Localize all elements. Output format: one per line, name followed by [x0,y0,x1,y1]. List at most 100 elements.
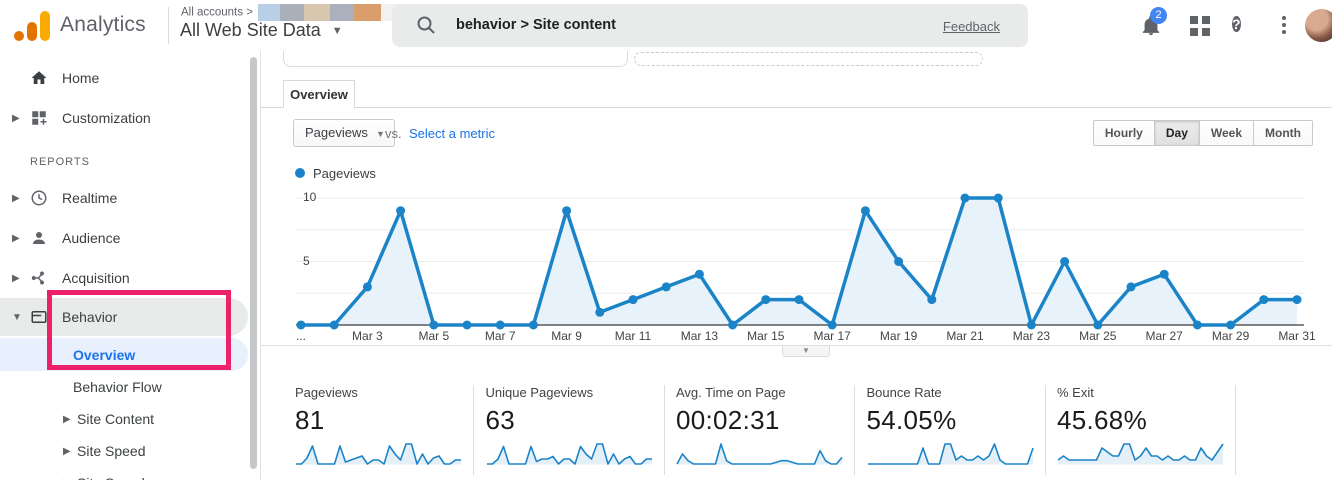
sidebar-item-label: Behavior Flow [73,379,162,395]
stat-sparkline [1057,443,1224,465]
reports-heading: REPORTS [30,156,90,168]
sidebar-item-site-content[interactable]: ▶ Site Content [0,403,260,435]
sidebar-item-label: Audience [62,230,121,246]
sidebar-item-home[interactable]: Home [0,58,260,98]
stat-card-pageviews[interactable]: Pageviews 81 [295,385,475,467]
date-range-box-partial [283,51,628,67]
stat-value: 45.68% [1057,405,1147,435]
sidebar-item-label: Customization [62,110,151,126]
x-axis-tick: Mar 27 [1145,329,1183,343]
help-button[interactable]: ? [1232,14,1241,35]
apps-grid-icon[interactable] [1190,16,1210,36]
sidebar-item-audience[interactable]: ▶ Audience [0,218,260,258]
chevron-down-icon: ▼ [331,25,343,37]
stat-divider [663,385,665,475]
expand-arrow-icon: ▶ [12,192,20,204]
x-axis-tick: ... [295,329,306,343]
stat-label: Unique Pageviews [485,385,594,400]
granularity-week-button[interactable]: Week [1199,120,1255,146]
stat-divider [473,385,474,475]
search-icon [416,15,436,40]
stat-sparkline [867,443,1034,465]
vs-label: vs. [385,126,402,141]
audience-icon [30,229,48,247]
x-axis-tick: Mar 19 [879,329,918,343]
x-axis-tick: Mar 11 [614,329,652,343]
property-selector[interactable]: All Web Site Data ▼ [180,20,343,41]
granularity-month-button[interactable]: Month [1254,120,1313,146]
granularity-day-button[interactable]: Day [1154,120,1200,146]
sidebar-item-label: Site Search [77,475,149,480]
legend-label: Pageviews [313,166,376,181]
sidebar-item-overview-selected[interactable]: Overview [0,338,248,371]
x-axis-tick: Mar 3 [352,329,383,343]
chevron-down-icon: ▼ [375,129,385,139]
segment-box-partial [634,52,983,66]
sidebar-item-label: Site Content [77,411,155,427]
sidebar-item-behavior-flow[interactable]: Behavior Flow [0,371,260,403]
x-axis-tick: Mar 7 [484,329,516,343]
stat-value: 00:02:31 [676,405,780,435]
accounts-breadcrumb[interactable]: All accounts > [181,4,417,21]
more-vert-icon[interactable] [1282,16,1286,37]
pageviews-line-chart[interactable]: 5 10... Mar 3 Mar 5 Mar 7 Mar 9 Mar 11 Mar 13 Ma… [296,190,1316,397]
sidebar-item-label: Acquisition [62,270,130,286]
metric-dropdown[interactable]: Pageviews ▼ [293,119,395,147]
legend-dot-icon [295,168,305,178]
main-content: Overview Pageviews ▼ vs. Select a metric… [261,51,1332,480]
sidebar-item-label: Overview [73,346,136,363]
feedback-link[interactable]: Feedback [943,19,1000,34]
stat-label: % Exit [1057,385,1094,400]
stat-card--exit[interactable]: % Exit 45.68% [1057,385,1237,467]
property-name: All Web Site Data [180,20,321,40]
notification-count-badge: 2 [1150,7,1167,24]
sidebar-item-realtime[interactable]: ▶ Realtime [0,178,260,218]
stat-divider [854,385,855,475]
stat-value: 63 [485,405,516,435]
sidebar-item-site-search[interactable]: ▶ Site Search [0,467,260,480]
product-name: Analytics [60,13,146,36]
sidebar-item-behavior[interactable]: ▼ Behavior [0,298,248,336]
sidebar-item-customization[interactable]: ▶ Customization [0,98,260,138]
x-axis-tick: Mar 5 [418,329,450,343]
tab-overview[interactable]: Overview [283,80,355,108]
avatar[interactable] [1305,9,1332,42]
x-axis-tick: Mar 17 [813,329,851,343]
stat-sparkline [296,443,461,465]
x-axis-tick: Mar 9 [551,329,582,343]
sidebar-item-label: Behavior [62,309,118,325]
sidebar-item-label: Home [62,70,100,86]
home-icon [30,69,48,87]
granularity-hourly-button[interactable]: Hourly [1092,120,1155,146]
sidebar-scrollbar[interactable] [250,57,257,469]
sidebar-item-acquisition[interactable]: ▶ Acquisition [0,258,260,298]
y-axis-tick: 5 [303,253,310,268]
sidebar-item-label: Site Speed [77,443,146,459]
analytics-logo-icon[interactable] [14,8,52,44]
search-bar[interactable]: behavior > Site content Feedback [392,4,1028,47]
stat-card-avg-time-on-page[interactable]: Avg. Time on Page 00:02:31 [676,385,856,467]
select-metric-link[interactable]: Select a metric [409,126,495,141]
analytics-app: Analytics All accounts > All Web Site Da… [0,0,1332,480]
sidebar-nav: Home ▶ Customization REPORTS ▶ Realtime … [0,51,261,480]
x-axis-tick: Mar 21 [946,329,984,343]
summary-stats-row: Pageviews 81 Unique Pageviews 63 Avg. Time o… [261,385,1332,480]
search-input-value[interactable]: behavior > Site content [456,17,616,33]
behavior-icon [30,308,48,326]
stat-label: Bounce Rate [866,385,942,400]
acquisition-icon [30,269,48,287]
x-axis-tick: Mar 15 [747,329,785,343]
collapse-chart-tab[interactable]: ▼ [782,346,830,357]
stat-card-bounce-rate[interactable]: Bounce Rate 54.05% [867,385,1047,467]
help-icon: ? [1232,16,1241,32]
granularity-button-group: Hourly Day Week Month [1092,120,1313,146]
stat-card-unique-pageviews[interactable]: Unique Pageviews 63 [486,385,666,467]
collapse-arrow-icon: ▼ [12,311,22,323]
customization-icon [30,109,48,127]
sidebar-item-site-speed[interactable]: ▶ Site Speed [0,435,260,467]
accounts-breadcrumb-label: All accounts > [181,6,253,19]
notifications-button[interactable]: 2 [1140,7,1167,43]
stat-label: Avg. Time on Page [676,385,786,400]
expand-arrow-icon: ▶ [12,112,20,124]
x-axis-tick: Mar 25 [1079,329,1117,343]
